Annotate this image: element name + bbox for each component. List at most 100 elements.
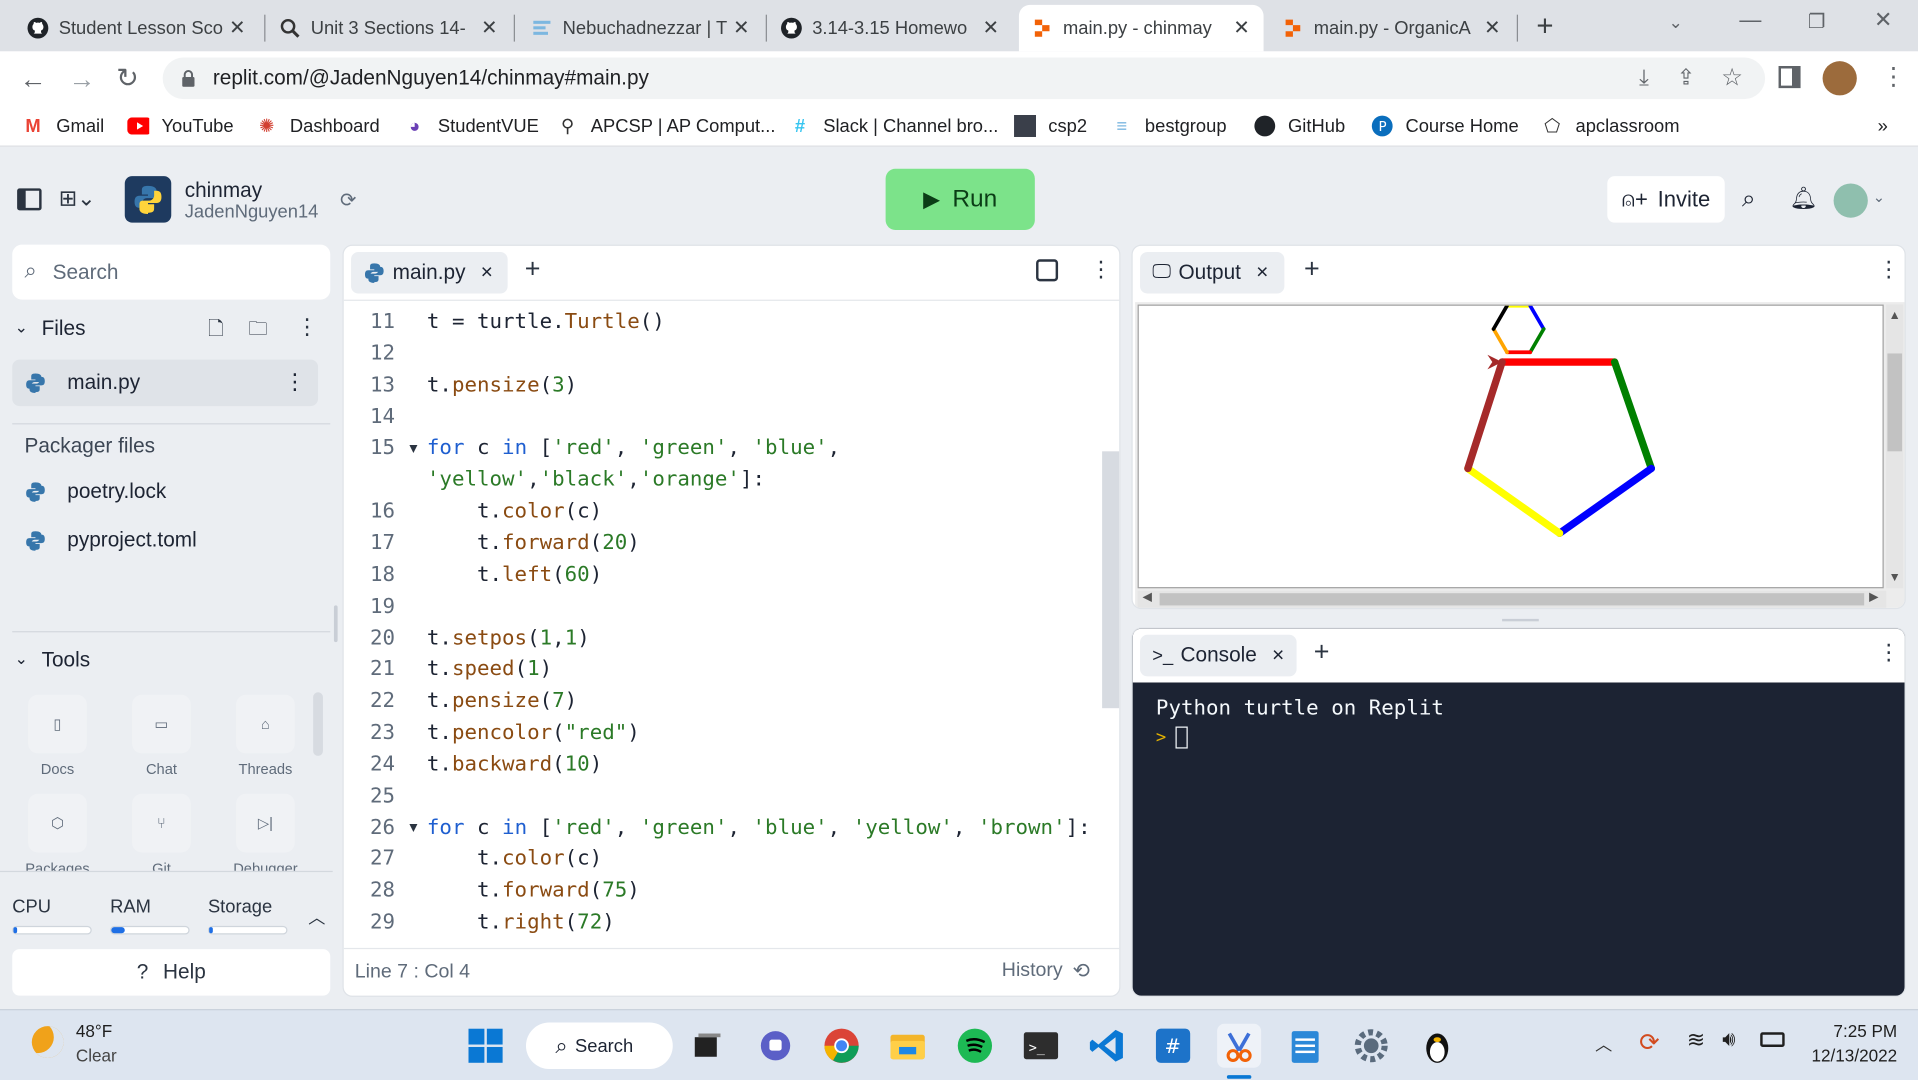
code-line[interactable]: 28 t.forward(75) bbox=[344, 875, 640, 907]
close-icon[interactable]: ✕ bbox=[981, 16, 1001, 40]
tools-scrollbar[interactable] bbox=[313, 692, 323, 756]
tool-debugger[interactable]: ▷| Debugger bbox=[223, 793, 309, 871]
terminal-app-icon[interactable]: >_ bbox=[1019, 1024, 1063, 1068]
address-bar[interactable]: replit.com/@JadenNguyen14/chinmay#main.p… bbox=[162, 57, 1766, 100]
teams-chat-icon[interactable] bbox=[753, 1024, 797, 1068]
code-line[interactable]: 16 t.color(c) bbox=[344, 495, 602, 527]
editor-tab-main-py[interactable]: main.py ✕ bbox=[351, 251, 508, 294]
add-tab-plus-icon[interactable]: + bbox=[1314, 636, 1330, 668]
browser-tab-1[interactable]: Student Lesson Sco ✕ bbox=[15, 5, 260, 51]
slack-app-icon[interactable]: # bbox=[1151, 1024, 1195, 1068]
notepad-icon[interactable] bbox=[1283, 1024, 1327, 1068]
snipping-tool-icon[interactable] bbox=[1217, 1023, 1262, 1068]
taskbar-search[interactable]: ⌕ Search bbox=[525, 1022, 673, 1069]
code-line[interactable]: 20 t.setpos(1,1) bbox=[344, 622, 590, 654]
code-line[interactable]: 23 t.pencolor("red") bbox=[344, 717, 640, 749]
code-editor[interactable]: 11 t = turtle.Turtle() 12 13 t.pensize(3) 14 1… bbox=[344, 306, 1102, 947]
chevron-down-icon[interactable]: ⌄ bbox=[15, 649, 28, 669]
cursor-position[interactable]: Line 7 : Col 4 bbox=[355, 961, 470, 983]
close-icon[interactable]: ✕ bbox=[1272, 646, 1285, 666]
profile-avatar[interactable] bbox=[1822, 61, 1857, 96]
bookmarks-more[interactable]: » bbox=[1878, 105, 1888, 147]
tool-chat[interactable]: ▭ Chat bbox=[119, 694, 205, 778]
install-icon[interactable]: ⤓ bbox=[1639, 65, 1649, 91]
sidebar-resize-handle[interactable] bbox=[333, 605, 338, 643]
browser-tab-3[interactable]: Nebuchadnezzar | T ✕ bbox=[519, 5, 764, 51]
console-input[interactable]: > bbox=[1156, 726, 1189, 749]
bookmark-youtube[interactable]: YouTube bbox=[127, 105, 234, 147]
browser-tab-6[interactable]: main.py - OrganicA ✕ bbox=[1270, 5, 1515, 51]
close-icon[interactable]: ✕ bbox=[479, 16, 499, 40]
canvas-horizontal-scrollbar[interactable]: ◀ ▶ bbox=[1137, 590, 1887, 608]
windows-start-icon[interactable] bbox=[464, 1024, 508, 1068]
close-icon[interactable]: ✕ bbox=[480, 263, 493, 283]
file-pyproject-toml[interactable]: pyproject.toml bbox=[24, 528, 197, 552]
file-menu-icon[interactable]: ⋮ bbox=[284, 369, 306, 395]
wifi-icon[interactable]: ≋ bbox=[1687, 1027, 1705, 1053]
fold-chevron-icon[interactable]: ▼ bbox=[400, 440, 427, 456]
panel-resize-handle[interactable] bbox=[1502, 618, 1539, 622]
tab-search-chevron-icon[interactable]: ⌄ bbox=[1668, 12, 1682, 33]
bookmark-studentvue[interactable]: ◕ StudentVUE bbox=[404, 105, 539, 147]
code-line[interactable]: 21 t.speed(1) bbox=[344, 654, 552, 686]
file-explorer-icon[interactable] bbox=[886, 1024, 930, 1068]
fold-chevron-icon[interactable]: ▼ bbox=[400, 820, 427, 836]
bookmark-gmail[interactable]: M Gmail bbox=[22, 105, 104, 147]
add-tab-plus-icon[interactable]: + bbox=[525, 253, 541, 285]
sidebar-search-input[interactable]: ⌕ Search bbox=[12, 244, 331, 300]
bookmark-slack[interactable]: # Slack | Channel bro... bbox=[789, 105, 998, 147]
weather-description[interactable]: Clear bbox=[76, 1046, 117, 1066]
chevron-down-icon[interactable]: ⌄ bbox=[15, 318, 28, 338]
console-tab[interactable]: >_ Console ✕ bbox=[1140, 634, 1297, 677]
code-line[interactable]: 22 t.pensize(7) bbox=[344, 685, 577, 717]
back-arrow-icon[interactable]: ← bbox=[20, 64, 47, 96]
side-panel-icon[interactable] bbox=[1778, 66, 1801, 89]
browser-tab-4[interactable]: 3.14-3.15 Homewo ✕ bbox=[768, 5, 1013, 51]
bookmark-apclassroom[interactable]: ⬠ apclassroom bbox=[1541, 105, 1679, 147]
settings-gear-icon[interactable] bbox=[1349, 1024, 1393, 1068]
browser-tab-5-active[interactable]: main.py - chinmay ✕ bbox=[1018, 4, 1264, 52]
invite-button[interactable]: ⍝+ Invite bbox=[1607, 176, 1725, 223]
reload-icon[interactable]: ↻ bbox=[116, 62, 139, 94]
code-line[interactable]: 14 bbox=[344, 401, 427, 433]
new-tab-plus-icon[interactable]: + bbox=[1536, 10, 1553, 44]
editor-menu-icon[interactable]: ⋮ bbox=[1090, 257, 1112, 283]
close-icon[interactable]: ✕ bbox=[228, 16, 248, 40]
close-window-icon[interactable]: ✕ bbox=[1874, 7, 1892, 33]
bookmark-dashboard[interactable]: ✺ Dashboard bbox=[256, 105, 380, 147]
user-avatar[interactable] bbox=[1833, 183, 1868, 218]
close-icon[interactable]: ✕ bbox=[1232, 16, 1252, 40]
output-menu-icon[interactable]: ⋮ bbox=[1878, 257, 1900, 283]
code-line[interactable]: 29 t.right(72) bbox=[344, 906, 615, 938]
files-menu-icon[interactable]: ⋮ bbox=[296, 314, 318, 340]
tools-header[interactable]: Tools bbox=[42, 648, 91, 672]
linux-penguin-icon[interactable] bbox=[1415, 1024, 1459, 1068]
search-icon[interactable]: ⌕ bbox=[1742, 186, 1756, 214]
code-line[interactable]: 'yellow','black','orange']: bbox=[344, 464, 765, 496]
code-line[interactable]: 15 ▼ for c in ['red', 'green', 'blue', bbox=[344, 432, 840, 464]
code-line[interactable]: 13 t.pensize(3) bbox=[344, 369, 577, 401]
close-icon[interactable]: ✕ bbox=[731, 16, 751, 40]
code-line[interactable]: 17 t.forward(20) bbox=[344, 527, 640, 559]
bookmark-bestgroup[interactable]: ≡ bestgroup bbox=[1111, 105, 1226, 147]
tool-threads[interactable]: ⌂ Threads bbox=[223, 694, 309, 778]
file-main-py[interactable]: main.py ⋮ bbox=[12, 359, 319, 407]
menu-dots-icon[interactable]: ⋮ bbox=[1881, 61, 1905, 92]
code-line[interactable]: 26 ▼ for c in ['red', 'green', 'blue', 'ye… bbox=[344, 812, 1091, 844]
share-icon[interactable]: ⇪ bbox=[1677, 65, 1695, 91]
editor-scrollbar[interactable] bbox=[1102, 451, 1120, 709]
browser-tab-2[interactable]: Unit 3 Sections 14- ✕ bbox=[267, 5, 512, 51]
repl-menu-icon[interactable]: ⊞⌄ bbox=[59, 186, 96, 212]
code-line[interactable]: 25 bbox=[344, 780, 427, 812]
code-line[interactable]: 19 bbox=[344, 590, 427, 622]
tool-packages[interactable]: ⬡ Packages bbox=[15, 793, 101, 871]
console-menu-icon[interactable]: ⋮ bbox=[1878, 640, 1900, 666]
volume-icon[interactable]: 🔊︎ bbox=[1722, 1027, 1735, 1051]
update-sync-icon[interactable]: ⟳ bbox=[1639, 1027, 1660, 1058]
output-tab[interactable]: 🖵 Output ✕ bbox=[1140, 251, 1285, 294]
editor-settings-icon[interactable] bbox=[1036, 259, 1059, 282]
task-view-icon[interactable] bbox=[685, 1024, 729, 1068]
code-line[interactable]: 27 t.color(c) bbox=[344, 843, 602, 875]
clock-time[interactable]: 7:25 PM bbox=[1831, 1021, 1897, 1041]
tool-git[interactable]: ⑂ Git bbox=[119, 793, 205, 871]
